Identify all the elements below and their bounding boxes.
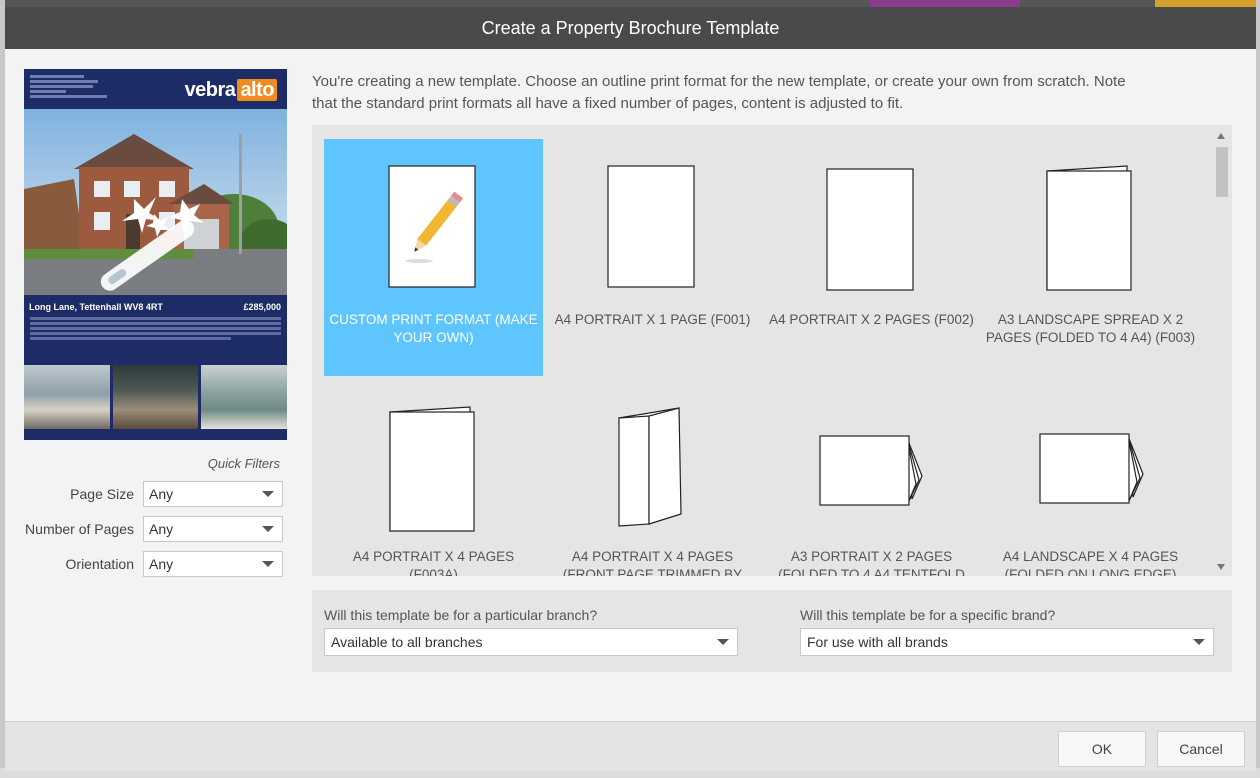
chevron-down-icon [262,526,274,532]
intro-text: You're creating a new template. Choose a… [312,73,1126,112]
orientation-filter: Orientation Any [15,551,283,577]
format-card-f003a[interactable]: A4 PORTRAIT X 4 PAGES (F003A) [324,376,543,576]
number-of-pages-filter: Number of Pages Any [15,516,283,542]
format-label: A4 PORTRAIT X 1 PAGE (F001) [554,312,751,327]
chevron-down-icon [717,639,729,645]
orientation-label: Orientation [65,556,134,572]
branch-label: Will this template be for a particular b… [324,607,598,623]
preview-contact-lines [30,75,120,100]
scrollbar-thumb[interactable] [1216,147,1228,197]
format-label: A4 LANDSCAPE X 4 PAGES (FOLDED ON LONG E… [1002,549,1179,576]
format-label: A3 PORTRAIT X 2 PAGES (FOLDED TO 4 A4 TE… [778,549,965,576]
vebra-alto-logo: vebra alto [185,79,277,102]
folded-page-icon [1046,165,1132,291]
chevron-down-icon [1193,639,1205,645]
background-app-right [1256,0,1260,778]
format-card-f004[interactable]: A3 PORTRAIT X 2 PAGES (FOLDED TO 4 A4 TE… [762,376,981,576]
grid-scrollbar[interactable] [1212,125,1232,576]
folded-page-icon [389,406,475,532]
ok-button[interactable]: OK [1058,731,1146,767]
number-of-pages-label: Number of Pages [25,521,134,537]
brand-label: Will this template be for a specific bra… [800,607,1056,623]
create-template-dialog: Create a Property Brochure Template vebr… [5,7,1256,771]
format-label: CUSTOM PRINT FORMAT (MAKE YOUR OWN) [329,312,538,345]
preview-thumb [201,365,287,429]
brand-select[interactable]: For use with all brands [800,628,1214,656]
preview-house-photo [24,109,287,295]
format-card-f001[interactable]: A4 PORTRAIT X 1 PAGE (F001) [543,139,762,376]
format-card-tentfold-trimmed[interactable]: A4 PORTRAIT X 4 PAGES (FRONT PAGE TRIMME… [543,376,762,576]
chevron-down-icon [262,491,274,497]
quick-filters-title: Quick Filters [207,456,280,471]
preview-thumbnails [24,365,287,429]
dialog-title: Create a Property Brochure Template [5,7,1256,49]
stacked-landscape-icon [819,435,923,506]
chevron-down-icon [262,561,274,567]
scroll-up-icon[interactable] [1217,133,1225,139]
page-size-label: Page Size [70,486,134,502]
preview-price: £285,000 [243,302,281,312]
page-size-filter: Page Size Any [15,481,283,507]
orientation-select[interactable]: Any [143,551,283,577]
format-label: A4 PORTRAIT X 2 PAGES (F002) [769,312,974,327]
page-size-select[interactable]: Any [143,481,283,507]
scroll-down-icon[interactable] [1217,564,1225,570]
format-card-custom[interactable]: CUSTOM PRINT FORMAT (MAKE YOUR OWN) [324,139,543,376]
cancel-button[interactable]: Cancel [1157,731,1245,767]
single-page-icon [826,168,914,291]
single-page-icon [607,165,695,288]
preview-thumb [24,365,110,429]
format-label: A4 PORTRAIT X 4 PAGES (F003A) [352,549,515,576]
format-card-f002[interactable]: A4 PORTRAIT X 2 PAGES (F002) [762,139,981,376]
preview-thumb [112,365,199,429]
format-label: A4 PORTRAIT X 4 PAGES (FRONT PAGE TRIMME… [562,549,743,576]
preview-address: Long Lane, Tettenhall WV8 4RT [29,302,163,312]
format-card-a4-landscape[interactable]: A4 LANDSCAPE X 4 PAGES (FOLDED ON LONG E… [981,376,1200,576]
pencil-page-icon [388,165,476,288]
format-card-f003[interactable]: A3 LANDSCAPE SPREAD X 2 PAGES (FOLDED TO… [981,139,1200,376]
brochure-preview: vebra alto Long Lane, Tettenhall WV8 4RT… [24,69,287,440]
dialog-footer: OK Cancel [5,721,1256,771]
number-of-pages-select[interactable]: Any [143,516,283,542]
branch-select[interactable]: Available to all branches [324,628,738,656]
stacked-landscape-icon [1039,433,1144,504]
preview-description-lines [30,317,281,342]
branch-brand-panel: Will this template be for a particular b… [312,590,1232,672]
format-label: A3 LANDSCAPE SPREAD X 2 PAGES (FOLDED TO… [985,312,1196,345]
tentfold-icon [618,407,682,527]
print-format-grid: CUSTOM PRINT FORMAT (MAKE YOUR OWN) A4 P… [312,125,1232,576]
